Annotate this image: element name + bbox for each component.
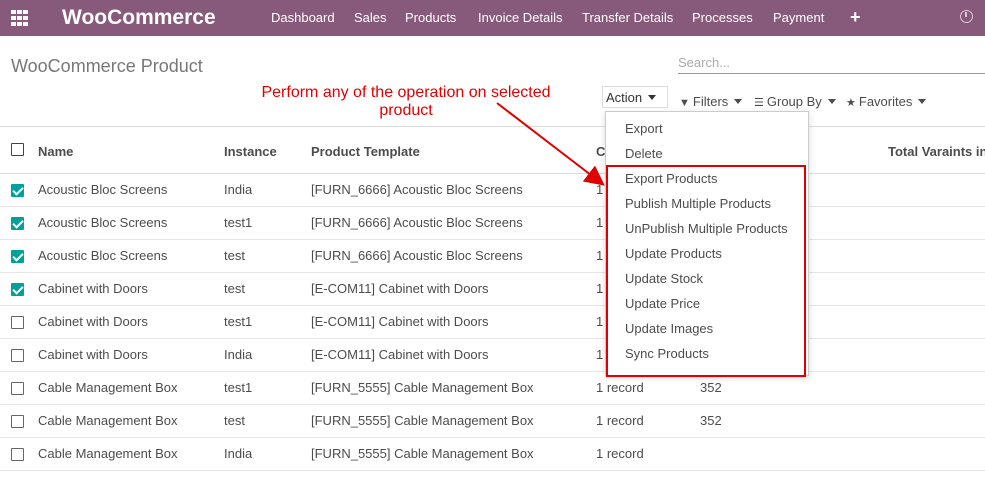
action-button[interactable]: Action xyxy=(602,86,668,108)
cell-product-template: [FURN_5555] Cable Management Box xyxy=(311,413,534,428)
cell-instance: test1 xyxy=(224,380,253,395)
row-checkbox[interactable] xyxy=(11,415,24,428)
table-row[interactable]: Cabinet with Doors India [E-COM11] Cabinet… xyxy=(0,339,985,372)
cell-count: 1 xyxy=(596,347,604,362)
cell-instance: test1 xyxy=(224,314,253,329)
clock-icon[interactable] xyxy=(960,10,973,23)
cell-product-template: [FURN_6666] Acoustic Bloc Screens xyxy=(311,182,523,197)
cell-count: 1 xyxy=(596,182,604,197)
col-product-template[interactable]: Product Template xyxy=(311,144,420,159)
highlight-box xyxy=(606,165,806,377)
filters-button[interactable]: ▼ Filters xyxy=(679,94,743,109)
cell-name: Cabinet with Doors xyxy=(38,347,148,362)
cell-count: 1 record xyxy=(596,446,644,461)
search-input[interactable]: Search... xyxy=(678,52,985,74)
table-row[interactable]: Cabinet with Doors test [E-COM11] Cabinet … xyxy=(0,273,985,306)
cell-count: 1 xyxy=(596,314,604,329)
filter-icon: ▼ xyxy=(679,97,690,109)
table-row[interactable]: Cable Management Box India [FURN_5555] Cab… xyxy=(0,438,985,471)
nav-transfer-details[interactable]: Transfer Details xyxy=(582,10,673,25)
cell-product-template: [E-COM11] Cabinet with Doors xyxy=(311,314,489,329)
annotation-line-2: product xyxy=(379,102,433,119)
filters-label: Filters xyxy=(692,94,729,109)
cell-instance: test xyxy=(224,248,245,263)
row-checkbox[interactable] xyxy=(11,349,24,362)
row-checkbox[interactable] xyxy=(11,184,24,197)
group-by-button[interactable]: ☰ Group By xyxy=(754,94,836,109)
col-count[interactable]: C xyxy=(596,144,605,159)
chevron-down-icon xyxy=(648,95,657,100)
page-title: WooCommerce Product xyxy=(11,56,203,76)
cell-product-template: [FURN_6666] Acoustic Bloc Screens xyxy=(311,215,523,230)
table-header: Name Instance Product Template C Total V… xyxy=(0,126,985,174)
row-checkbox[interactable] xyxy=(11,448,24,461)
star-icon: ★ xyxy=(846,97,856,109)
cell-name: Cable Management Box xyxy=(38,380,178,395)
nav-processes[interactable]: Processes xyxy=(692,10,753,25)
table-row[interactable]: Acoustic Bloc Screens test [FURN_6666] Aco… xyxy=(0,240,985,273)
row-checkbox[interactable] xyxy=(11,382,24,395)
cell-name: Acoustic Bloc Screens xyxy=(38,215,168,230)
row-checkbox[interactable] xyxy=(11,316,24,329)
cell-count: 1 xyxy=(596,215,604,230)
nav-products[interactable]: Products xyxy=(405,10,456,25)
cell-value: 352 xyxy=(700,380,722,395)
col-instance[interactable]: Instance xyxy=(224,144,277,159)
select-all-checkbox[interactable] xyxy=(11,143,24,156)
cell-count: 1 record xyxy=(596,380,644,395)
cell-name: Acoustic Bloc Screens xyxy=(38,248,168,263)
cell-product-template: [FURN_5555] Cable Management Box xyxy=(311,446,534,461)
cell-product-template: [E-COM11] Cabinet with Doors xyxy=(311,347,489,362)
table-row[interactable]: Cable Management Box test [FURN_5555] Cabl… xyxy=(0,405,985,438)
apps-grid-icon[interactable] xyxy=(11,10,29,26)
annotation-text: Perform any of the operation on selected… xyxy=(246,84,566,120)
cell-count: 1 record xyxy=(596,413,644,428)
group-by-label: Group By xyxy=(766,94,822,109)
cell-product-template: [FURN_5555] Cable Management Box xyxy=(311,380,534,395)
nav-payment[interactable]: Payment xyxy=(773,10,824,25)
chevron-down-icon xyxy=(918,99,927,104)
cell-instance: test xyxy=(224,281,245,296)
annotation-line-1: Perform any of the operation on selected xyxy=(261,84,551,101)
top-navbar: WooCommerce Dashboard Sales Products Inv… xyxy=(0,0,985,36)
table-row[interactable]: Cabinet with Doors test1 [E-COM11] Cabinet… xyxy=(0,306,985,339)
cell-instance: test xyxy=(224,413,245,428)
row-checkbox[interactable] xyxy=(11,250,24,263)
table-row[interactable]: Cable Management Box test1 [FURN_5555] Cab… xyxy=(0,372,985,405)
cell-instance: India xyxy=(224,182,253,197)
menu-item-export[interactable]: Export xyxy=(625,121,663,136)
cell-name: Acoustic Bloc Screens xyxy=(38,182,168,197)
row-checkbox[interactable] xyxy=(11,283,24,296)
nav-sales[interactable]: Sales xyxy=(354,10,387,25)
app-brand: WooCommerce xyxy=(62,6,216,29)
chevron-down-icon xyxy=(827,99,836,104)
row-checkbox[interactable] xyxy=(11,217,24,230)
list-icon: ☰ xyxy=(754,97,764,109)
cell-name: Cabinet with Doors xyxy=(38,314,148,329)
col-name[interactable]: Name xyxy=(38,144,73,159)
cell-instance: test1 xyxy=(224,215,253,230)
cell-instance: India xyxy=(224,347,253,362)
cell-product-template: [FURN_6666] Acoustic Bloc Screens xyxy=(311,248,523,263)
cell-name: Cable Management Box xyxy=(38,413,178,428)
menu-item-delete[interactable]: Delete xyxy=(625,146,663,161)
cell-count: 1 xyxy=(596,248,604,263)
favorites-label: Favorites xyxy=(858,94,913,109)
col-total-variants[interactable]: Total Varaints in xyxy=(888,144,985,159)
chevron-down-icon xyxy=(734,99,743,104)
action-label: Action xyxy=(606,90,643,105)
table-row[interactable]: Acoustic Bloc Screens India [FURN_6666] Ac… xyxy=(0,174,985,207)
cell-name: Cable Management Box xyxy=(38,446,178,461)
cell-product-template: [E-COM11] Cabinet with Doors xyxy=(311,281,489,296)
plus-icon[interactable]: + xyxy=(850,7,861,28)
cell-name: Cabinet with Doors xyxy=(38,281,148,296)
cell-value: 352 xyxy=(700,413,722,428)
nav-dashboard[interactable]: Dashboard xyxy=(271,10,335,25)
cell-count: 1 xyxy=(596,281,604,296)
table-row[interactable]: Acoustic Bloc Screens test1 [FURN_6666] Ac… xyxy=(0,207,985,240)
cell-instance: India xyxy=(224,446,253,461)
favorites-button[interactable]: ★ Favorites xyxy=(846,94,927,109)
nav-invoice-details[interactable]: Invoice Details xyxy=(478,10,563,25)
